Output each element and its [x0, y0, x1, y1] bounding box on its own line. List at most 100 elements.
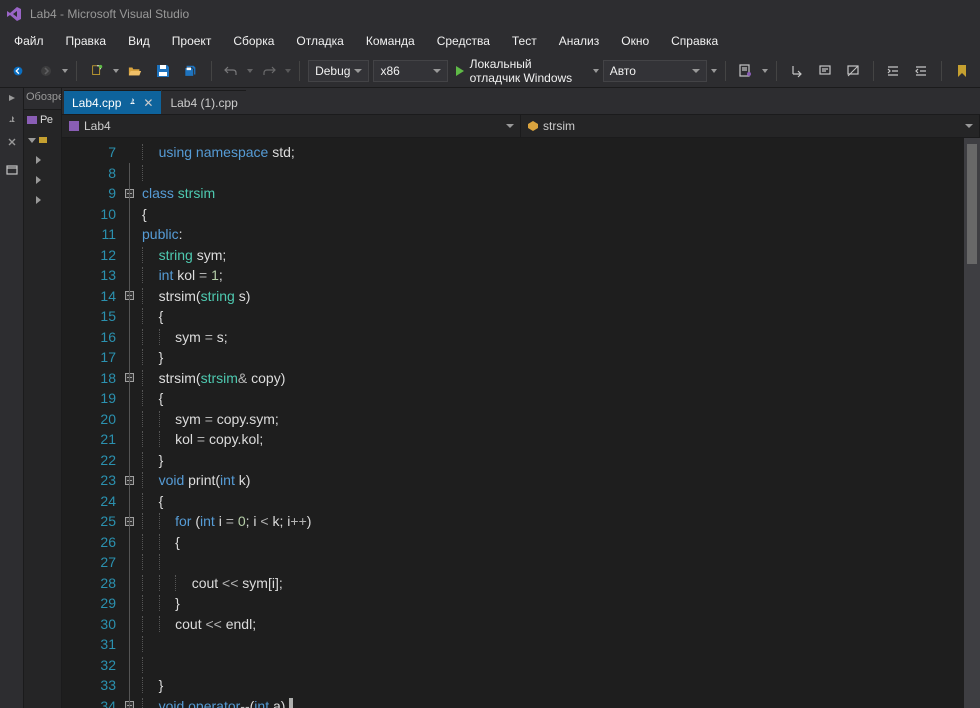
navigation-bar: Lab4 strsim	[62, 114, 980, 138]
new-file-dropdown[interactable]	[113, 60, 119, 82]
code-line[interactable]	[142, 655, 980, 676]
debug-type-dropdown[interactable]	[711, 60, 717, 82]
fold-cell	[122, 675, 136, 696]
code-line[interactable]	[142, 552, 980, 573]
tree-row[interactable]	[24, 190, 61, 210]
code-line[interactable]: class strsim	[142, 183, 980, 204]
tree-row[interactable]	[24, 150, 61, 170]
find-dropdown[interactable]	[762, 60, 768, 82]
code-line[interactable]: string sym;	[142, 245, 980, 266]
code-line[interactable]: {	[142, 388, 980, 409]
solution-row[interactable]: Ре	[24, 110, 61, 130]
debug-type-combo[interactable]: Авто	[603, 60, 707, 82]
toolbar: Debug x86 Локальный отладчик Windows Авт…	[0, 54, 980, 88]
menu-отладка[interactable]: Отладка	[286, 30, 353, 52]
code-editor[interactable]: 7891011121314151617181920212223242526272…	[62, 138, 980, 708]
menu-справка[interactable]: Справка	[661, 30, 728, 52]
open-file-button[interactable]	[123, 59, 147, 83]
code-text[interactable]: using namespace std; class strsim{public…	[136, 138, 980, 708]
fold-cell	[122, 265, 136, 286]
start-debug-button[interactable]: Локальный отладчик Windows	[452, 59, 589, 83]
menu-команда[interactable]: Команда	[356, 30, 425, 52]
menu-файл[interactable]: Файл	[4, 30, 54, 52]
code-line[interactable]: public:	[142, 224, 980, 245]
code-line[interactable]: for (int i = 0; i < k; i++)	[142, 511, 980, 532]
code-line[interactable]: {	[142, 204, 980, 225]
code-line[interactable]: sym = s;	[142, 327, 980, 348]
code-line[interactable]: }	[142, 347, 980, 368]
window-icon[interactable]	[4, 162, 20, 178]
code-line[interactable]	[142, 634, 980, 655]
menu-проект[interactable]: Проект	[162, 30, 222, 52]
save-button[interactable]	[151, 59, 175, 83]
platform-label: x86	[380, 64, 399, 78]
member-combo[interactable]: strsim	[521, 115, 980, 137]
close-icon[interactable]	[4, 134, 20, 150]
find-in-files-button[interactable]	[734, 59, 758, 83]
fold-cell	[122, 327, 136, 348]
bookmark-button[interactable]	[950, 59, 974, 83]
code-line[interactable]: int kol = 1;	[142, 265, 980, 286]
tree-row[interactable]	[24, 130, 61, 150]
code-line[interactable]: }	[142, 593, 980, 614]
fold-cell	[122, 183, 136, 204]
menu-средства[interactable]: Средства	[427, 30, 500, 52]
tab-lab4-cpp[interactable]: Lab4.cpp✕	[64, 90, 161, 114]
code-line[interactable]	[142, 163, 980, 184]
undo-button[interactable]	[219, 59, 243, 83]
debug-target-label: Локальный отладчик Windows	[470, 57, 581, 85]
nav-history-dropdown[interactable]	[62, 60, 68, 82]
menu-окно[interactable]: Окно	[611, 30, 659, 52]
uncomment-button[interactable]	[841, 59, 865, 83]
scope-combo[interactable]: Lab4	[62, 115, 521, 137]
pin-icon[interactable]	[127, 98, 137, 108]
code-line[interactable]: }	[142, 675, 980, 696]
code-line[interactable]: {	[142, 532, 980, 553]
nav-back-button[interactable]	[6, 59, 30, 83]
menu-вид[interactable]: Вид	[118, 30, 160, 52]
scrollbar-thumb[interactable]	[967, 144, 977, 264]
fold-cell	[122, 511, 136, 532]
title-bar: Lab4 - Microsoft Visual Studio	[0, 0, 980, 28]
step-into-button[interactable]	[785, 59, 809, 83]
menu-правка[interactable]: Правка	[56, 30, 117, 52]
code-line[interactable]: cout << endl;	[142, 614, 980, 635]
pin-icon[interactable]	[4, 112, 20, 128]
tool-window-chevron-icon[interactable]	[4, 90, 20, 106]
fold-cell	[122, 593, 136, 614]
undo-dropdown[interactable]	[247, 60, 253, 82]
code-line[interactable]: void print(int k)	[142, 470, 980, 491]
debug-target-dropdown[interactable]	[593, 60, 599, 82]
outdent-button[interactable]	[909, 59, 933, 83]
code-line[interactable]: }	[142, 450, 980, 471]
save-all-button[interactable]	[179, 59, 203, 83]
tree-row[interactable]	[24, 170, 61, 190]
comment-button[interactable]	[813, 59, 837, 83]
vertical-scrollbar[interactable]	[964, 138, 980, 708]
editor-area: Lab4.cpp✕ Lab4 (1).cpp Lab4 strsim 789101…	[62, 88, 980, 708]
scope-label: Lab4	[84, 119, 111, 133]
code-line[interactable]: strsim(strsim& copy)	[142, 368, 980, 389]
indent-button[interactable]	[881, 59, 905, 83]
fold-cell	[122, 552, 136, 573]
config-combo[interactable]: Debug	[308, 60, 369, 82]
code-line[interactable]: {	[142, 491, 980, 512]
code-line[interactable]: {	[142, 306, 980, 327]
menu-анализ[interactable]: Анализ	[549, 30, 610, 52]
code-line[interactable]: cout << sym[i];	[142, 573, 980, 594]
code-line[interactable]: kol = copy.kol;	[142, 429, 980, 450]
line-number: 22	[62, 450, 122, 471]
new-file-button[interactable]	[85, 59, 109, 83]
line-number: 14	[62, 286, 122, 307]
menu-сборка[interactable]: Сборка	[223, 30, 284, 52]
code-line[interactable]: void operator--(int a)	[142, 696, 980, 708]
tab-label: Lab4 (1).cpp	[170, 96, 237, 110]
close-tab-icon[interactable]: ✕	[143, 96, 153, 110]
code-line[interactable]: using namespace std;	[142, 142, 980, 163]
menu-тест[interactable]: Тест	[502, 30, 547, 52]
fold-cell	[122, 614, 136, 635]
code-line[interactable]: sym = copy.sym;	[142, 409, 980, 430]
tab-lab4--1--cpp[interactable]: Lab4 (1).cpp	[162, 90, 245, 114]
platform-combo[interactable]: x86	[373, 60, 447, 82]
code-line[interactable]: strsim(string s)	[142, 286, 980, 307]
